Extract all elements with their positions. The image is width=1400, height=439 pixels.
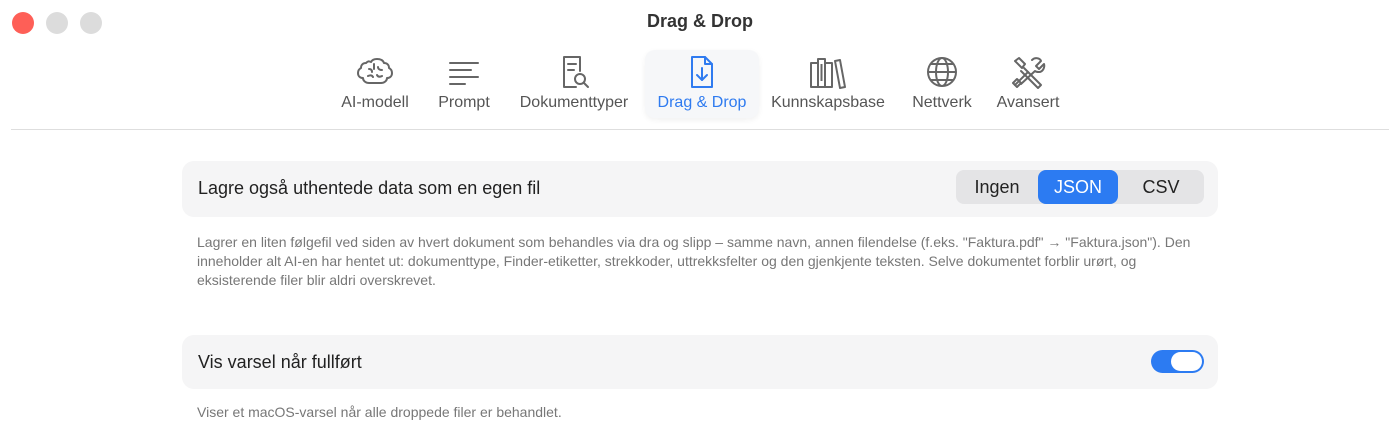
tab-nettverk[interactable]: Nettverk [902,50,982,118]
notify-toggle[interactable] [1151,350,1204,373]
settings-window: Drag & Drop AI-modell Prompt Dokumenttyp… [0,0,1400,439]
tab-drag-drop-label: Drag & Drop [657,94,747,111]
tab-prompt-label: Prompt [438,94,490,111]
notify-description: Viser et macOS-varsel når alle droppede … [197,404,562,420]
notify-row: Vis varsel når fullført [182,335,1218,389]
brain-icon [355,54,395,90]
segment-ingen[interactable]: Ingen [956,170,1038,204]
settings-toolbar: AI-modell Prompt Dokumenttyper Drag & Dr… [0,50,1400,120]
tab-avansert[interactable]: Avansert [990,50,1066,118]
books-icon [808,54,848,90]
file-format-segmented-control: Ingen JSON CSV [956,170,1204,204]
text-lines-icon [444,54,484,90]
document-search-icon [554,54,594,90]
notify-label: Vis varsel når fullført [198,352,362,372]
tab-ai-modell-label: AI-modell [341,94,409,111]
document-download-icon [682,54,722,90]
tab-drag-drop[interactable]: Drag & Drop [645,50,759,118]
tools-icon [1008,54,1048,90]
globe-icon [922,54,962,90]
tab-kunnskapsbase-label: Kunnskapsbase [771,94,885,111]
window-title: Drag & Drop [646,11,753,31]
tab-dokumenttyper[interactable]: Dokumenttyper [512,50,636,118]
tab-prompt[interactable]: Prompt [428,50,500,118]
tab-avansert-label: Avansert [996,94,1060,111]
tab-ai-modell[interactable]: AI-modell [334,50,416,118]
save-file-description: Lagrer en liten følgefil ved siden av hv… [197,234,1191,288]
save-file-label: Lagre også uthentede data som en egen fi… [198,178,541,198]
tab-dokumenttyper-label: Dokumenttyper [519,94,629,111]
segment-json[interactable]: JSON [1038,170,1118,204]
tab-kunnskapsbase[interactable]: Kunnskapsbase [766,50,890,118]
tab-nettverk-label: Nettverk [912,94,972,111]
toggle-knob [1171,352,1202,371]
toolbar-divider [11,129,1389,130]
save-file-row: Lagre også uthentede data som en egen fi… [182,161,1218,217]
segment-csv[interactable]: CSV [1118,170,1204,204]
